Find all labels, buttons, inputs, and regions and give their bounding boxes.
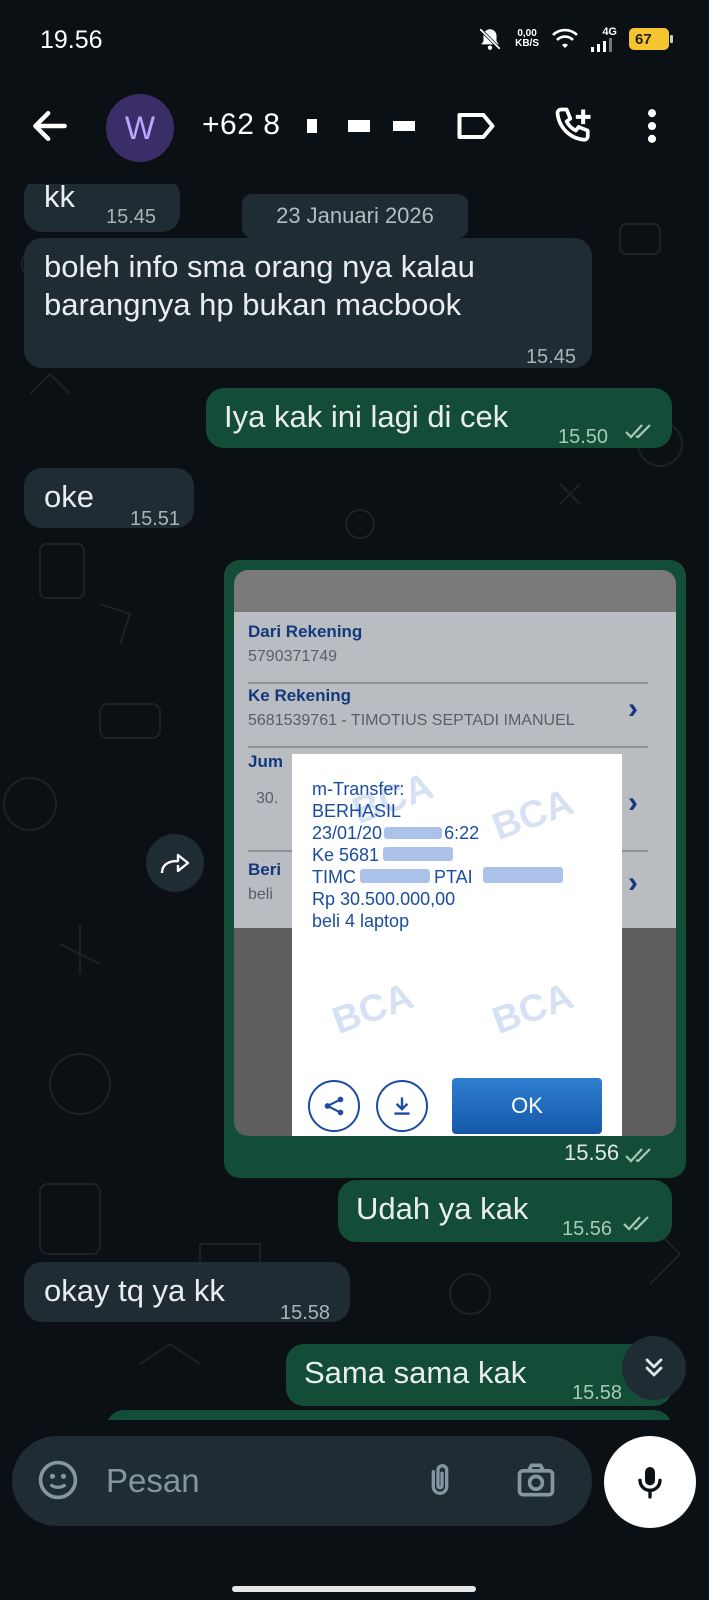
from-account-row: Dari Rekening 5790371749 [248, 622, 648, 684]
message-incoming[interactable]: kk 15.45 [24, 184, 180, 232]
message-time: 15.56 [562, 1218, 613, 1240]
back-arrow-icon[interactable] [28, 104, 72, 148]
signal-bars-icon [591, 38, 612, 52]
more-vert-icon[interactable] [630, 104, 674, 148]
double-check-icon [625, 1148, 651, 1163]
transfer-screenshot[interactable]: Dari Rekening 5790371749 Ke Rekening 568… [234, 570, 676, 1136]
redaction-blur [482, 867, 563, 883]
mute-bell-icon [479, 28, 501, 50]
voice-message-button[interactable] [604, 1436, 696, 1528]
contact-name[interactable]: +62 8 [202, 108, 415, 142]
message-text: okay tq ya kk [44, 1273, 225, 1308]
message-incoming[interactable]: okay tq ya kk 15.58 [24, 1262, 350, 1324]
net-speed: 0,00 KB/S [515, 28, 539, 49]
bca-top-bar [234, 570, 676, 612]
mic-icon [638, 1467, 662, 1499]
cell-signal: 4G [591, 26, 617, 52]
message-text: Iya kak ini lagi di cek [224, 399, 509, 434]
status-time: 19.56 [40, 26, 103, 54]
bca-watermark: BCA [327, 975, 419, 1043]
message-time: 15.58 [572, 1382, 623, 1404]
add-call-icon[interactable] [552, 104, 596, 148]
next-message-peek [106, 1410, 672, 1420]
message-text: boleh info sma orang nya kalau barangnya… [44, 249, 475, 322]
label-icon[interactable] [454, 104, 498, 148]
chevron-right-icon: › [628, 786, 638, 819]
message-text: Udah ya kak [356, 1191, 529, 1226]
status-icons: 0,00 KB/S 4G 67 [477, 26, 673, 52]
date-chip: 23 Januari 2026 [242, 194, 468, 238]
camera-icon[interactable] [514, 1458, 558, 1502]
sticker-icon[interactable] [36, 1458, 80, 1502]
share-icon [308, 1080, 360, 1132]
message-time: 15.45 [525, 346, 576, 368]
download-icon [376, 1080, 428, 1132]
chevron-right-icon: › [628, 866, 638, 899]
image-message[interactable]: Dari Rekening 5790371749 Ke Rekening 568… [224, 560, 686, 1178]
bca-watermark: BCA [487, 975, 579, 1043]
message-time: 15.51 [130, 508, 181, 530]
message-field[interactable]: Pesan [12, 1436, 592, 1526]
attach-icon[interactable] [420, 1458, 460, 1502]
avatar[interactable]: W [106, 94, 174, 162]
redaction-block [392, 121, 415, 132]
battery-indicator: 67 [629, 28, 673, 50]
message-time: 15.58 [280, 1302, 331, 1324]
dialog-text: m-Transfer: BERHASIL 23/01/20 6:22 Ke 568… [312, 778, 563, 932]
scroll-down-button[interactable] [622, 1336, 686, 1400]
status-bar: 19.56 0,00 KB/S 4G 67 [0, 0, 709, 80]
transfer-success-dialog: BCA BCA BCA BCA m-Transfer: BERHASIL 23/… [292, 754, 622, 1136]
redaction-blur [384, 827, 443, 839]
message-outgoing[interactable]: Sama sama kak 15.58 [286, 1344, 672, 1406]
redaction-block [307, 119, 318, 134]
message-outgoing[interactable]: Udah ya kak 15.56 [338, 1180, 672, 1242]
double-check-icon [623, 1216, 649, 1231]
forward-icon [160, 853, 190, 874]
message-incoming[interactable]: oke 15.51 [24, 468, 194, 530]
to-account-row: Ke Rekening 5681539761 - TIMOTIUS SEPTAD… [248, 686, 648, 748]
redaction-block [348, 120, 371, 133]
wifi-icon [552, 28, 578, 48]
composer: Pesan [0, 1420, 709, 1600]
message-input[interactable]: Pesan [106, 1462, 200, 1500]
double-chevron-down-icon [645, 1358, 663, 1377]
message-outgoing[interactable]: Iya kak ini lagi di cek 15.50 [206, 388, 672, 448]
redaction-blur [360, 869, 430, 883]
message-text: oke [44, 479, 94, 514]
double-check-icon [625, 424, 651, 439]
message-text: Sama sama kak [304, 1355, 527, 1390]
redaction-blur [383, 847, 454, 861]
chat-header: W +62 8 [0, 80, 709, 184]
message-time: 15.45 [106, 206, 157, 228]
message-incoming[interactable]: boleh info sma orang nya kalau barangnya… [24, 238, 592, 368]
home-indicator[interactable] [232, 1586, 476, 1592]
message-time: 15.50 [558, 426, 609, 448]
message-text: kk [44, 184, 75, 214]
forward-button[interactable] [146, 834, 204, 892]
ok-button: OK [452, 1078, 602, 1134]
chat-area[interactable]: kk 15.45 23 Januari 2026 boleh info sma … [0, 184, 709, 1420]
message-time: 15.56 [564, 1140, 620, 1165]
chevron-right-icon: › [628, 692, 638, 725]
